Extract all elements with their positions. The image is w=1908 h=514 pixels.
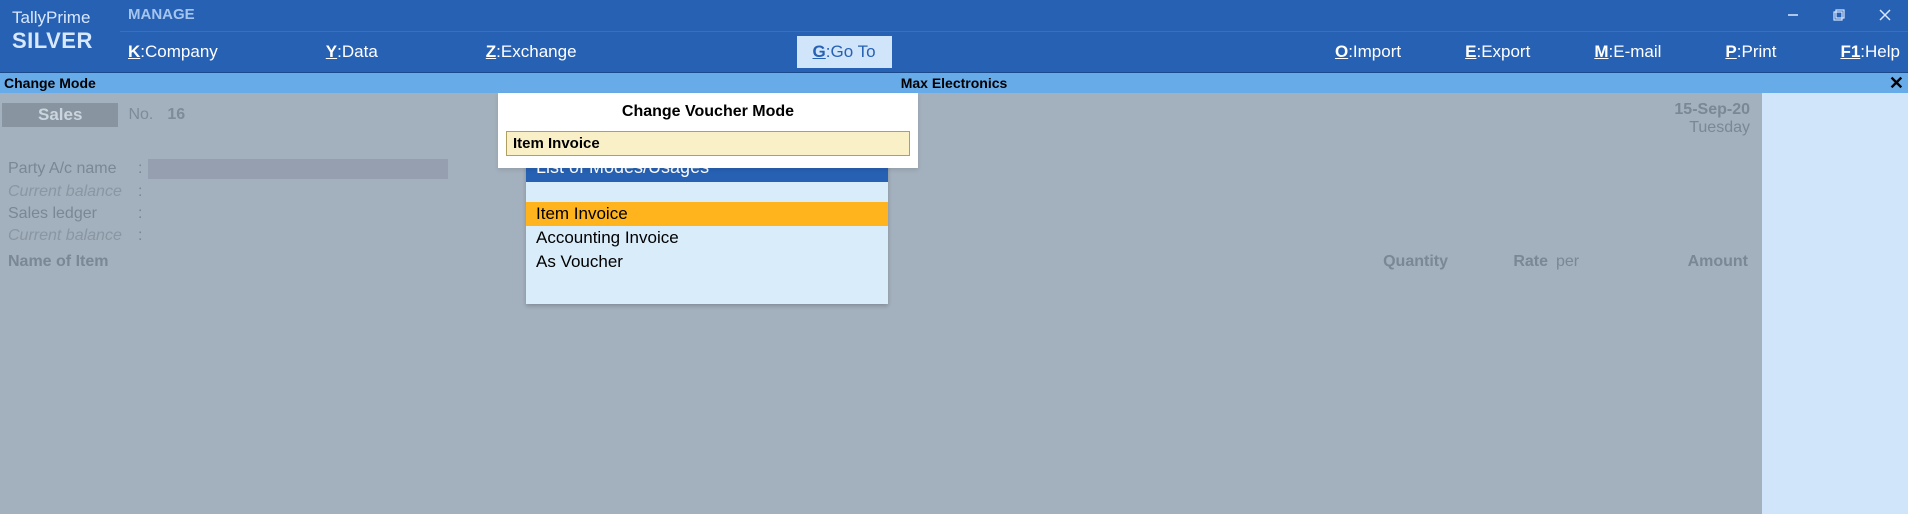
col-qty: Quantity (1308, 253, 1448, 271)
popup-input[interactable]: Item Invoice (506, 131, 910, 156)
voucher-no-value: 16 (167, 106, 185, 124)
minimize-icon (1787, 9, 1799, 21)
menu-export[interactable]: E:Export (1457, 36, 1538, 68)
menu-print[interactable]: P:Print (1717, 36, 1784, 68)
date-block: 15-Sep-20 Tuesday (1674, 101, 1750, 137)
voucher-no-label: No. (128, 106, 153, 124)
col-amount: Amount (1608, 253, 1748, 271)
close-button[interactable] (1862, 0, 1908, 30)
menu-help[interactable]: F1:Help (1832, 36, 1908, 68)
change-voucher-mode-popup: Change Voucher Mode Item Invoice (498, 93, 918, 168)
menu-company[interactable]: K:Company (120, 36, 226, 68)
manage-label[interactable]: MANAGE (128, 6, 195, 25)
modes-dropdown: List of Modes/Usages Item Invoice Accoun… (526, 153, 888, 304)
close-icon (1879, 9, 1891, 21)
title-bar: TallyPrime SILVER MANAGE K:Company Y:Dat… (0, 0, 1908, 73)
dropdown-item-as-voucher[interactable]: As Voucher (526, 250, 888, 274)
balance-label-2: Current balance (8, 227, 138, 245)
ledger-label: Sales ledger (8, 205, 138, 223)
party-label: Party A/c name (8, 160, 138, 178)
menu-data[interactable]: Y:Data (318, 36, 386, 68)
brand: TallyPrime SILVER (0, 0, 120, 72)
popup-title: Change Voucher Mode (498, 93, 918, 131)
main-panel: Sales No. 16 15-Sep-20 Tuesday Party A/c… (0, 93, 1762, 514)
menu-import[interactable]: O:Import (1327, 36, 1409, 68)
company-name: Max Electronics (901, 75, 1008, 91)
maximize-button[interactable] (1816, 0, 1862, 30)
menu-bar: K:Company Y:Data Z:Exchange G:Go To O:Im… (120, 32, 1908, 72)
voucher-type-badge: Sales (2, 103, 118, 127)
maximize-icon (1833, 9, 1845, 21)
right-panel (1762, 93, 1908, 514)
dropdown-item-item-invoice[interactable]: Item Invoice (526, 202, 888, 226)
sub-bar: Change Mode Max Electronics ✕ (0, 73, 1908, 93)
brand-edition: SILVER (12, 28, 120, 54)
minimize-button[interactable] (1770, 0, 1816, 30)
balance-label-1: Current balance (8, 183, 138, 201)
menu-exchange[interactable]: Z:Exchange (478, 36, 585, 68)
col-rate: Rate (1448, 253, 1548, 271)
party-input[interactable] (148, 159, 448, 179)
brand-name: TallyPrime (12, 8, 120, 28)
panel-close-button[interactable]: ✕ (1889, 73, 1904, 94)
voucher-day: Tuesday (1674, 119, 1750, 137)
dropdown-item-accounting-invoice[interactable]: Accounting Invoice (526, 226, 888, 250)
menu-goto[interactable]: G:Go To (797, 36, 892, 68)
col-per: per (1548, 253, 1608, 271)
menu-email[interactable]: M:E-mail (1586, 36, 1669, 68)
voucher-date: 15-Sep-20 (1674, 101, 1750, 119)
window-controls (1770, 0, 1908, 30)
manage-row: MANAGE (120, 0, 1908, 32)
change-mode-label: Change Mode (0, 75, 96, 91)
